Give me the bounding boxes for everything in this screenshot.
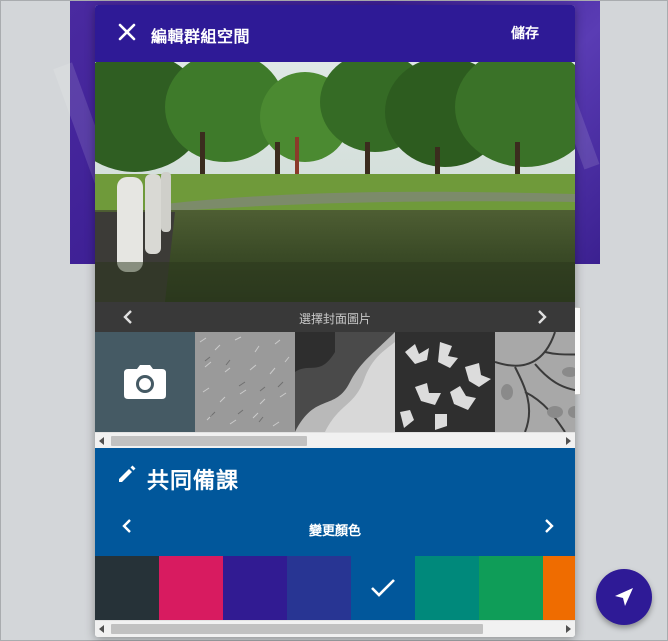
pencil-icon[interactable] [117, 464, 137, 484]
scrollbar-thumb[interactable] [111, 624, 483, 634]
close-button[interactable] [115, 20, 139, 44]
scroll-right-icon[interactable] [566, 437, 571, 445]
color-swatch[interactable] [543, 556, 575, 620]
cover-thumbnail-strip [95, 332, 575, 432]
scrollbar-thumb[interactable] [111, 436, 307, 446]
color-swatch[interactable] [95, 556, 159, 620]
color-swatch-strip [95, 556, 575, 620]
leaf-veins-image [495, 332, 575, 432]
color-swatch[interactable] [479, 556, 543, 620]
upload-cover-button[interactable] [95, 332, 195, 432]
color-swatch[interactable] [287, 556, 351, 620]
send-fab-button[interactable] [596, 569, 652, 625]
scroll-left-icon[interactable] [99, 437, 104, 445]
check-icon [371, 579, 395, 597]
close-icon [118, 23, 136, 41]
edit-group-dialog: 編輯群組空間 儲存 選擇封面圖片 共同備課 變更顏色 [95, 5, 575, 637]
group-name: 共同備課 [147, 469, 240, 494]
frost-crystals-image [395, 332, 495, 432]
color-swatch[interactable] [159, 556, 223, 620]
cover-next-button[interactable] [533, 308, 551, 326]
camera-icon [124, 365, 166, 399]
park-pond-photo [95, 62, 575, 302]
cover-selector-label: 選擇封面圖片 [298, 312, 371, 326]
dialog-title: 編輯群組空間 [151, 27, 251, 46]
swatch-scrollbar[interactable] [95, 620, 575, 637]
chevron-right-icon [538, 310, 547, 324]
cover-thumbnail-frost[interactable] [395, 332, 495, 432]
cover-selector-bar: 選擇封面圖片 [95, 302, 575, 332]
change-color-label: 變更顏色 [308, 524, 361, 539]
color-swatch[interactable] [415, 556, 479, 620]
color-swatch-selected[interactable] [351, 556, 415, 620]
cover-thumbnail-fabric[interactable] [295, 332, 395, 432]
thumbnail-scrollbar[interactable] [95, 432, 575, 449]
scroll-left-icon[interactable] [99, 625, 104, 633]
dialog-edge-scrollbar[interactable] [575, 307, 581, 395]
scroll-right-icon[interactable] [566, 625, 571, 633]
cover-image [95, 62, 575, 302]
dialog-header: 編輯群組空間 儲存 [95, 5, 575, 62]
grass-texture-image [195, 332, 295, 432]
cover-thumbnail-grass[interactable] [195, 332, 295, 432]
cover-thumbnail-leaf[interactable] [495, 332, 575, 432]
group-color-section: 共同備課 變更顏色 [95, 448, 575, 556]
color-swatch[interactable] [223, 556, 287, 620]
smooth-fabric-image [295, 332, 395, 432]
send-icon [615, 588, 633, 606]
save-button[interactable]: 儲存 [511, 23, 539, 43]
